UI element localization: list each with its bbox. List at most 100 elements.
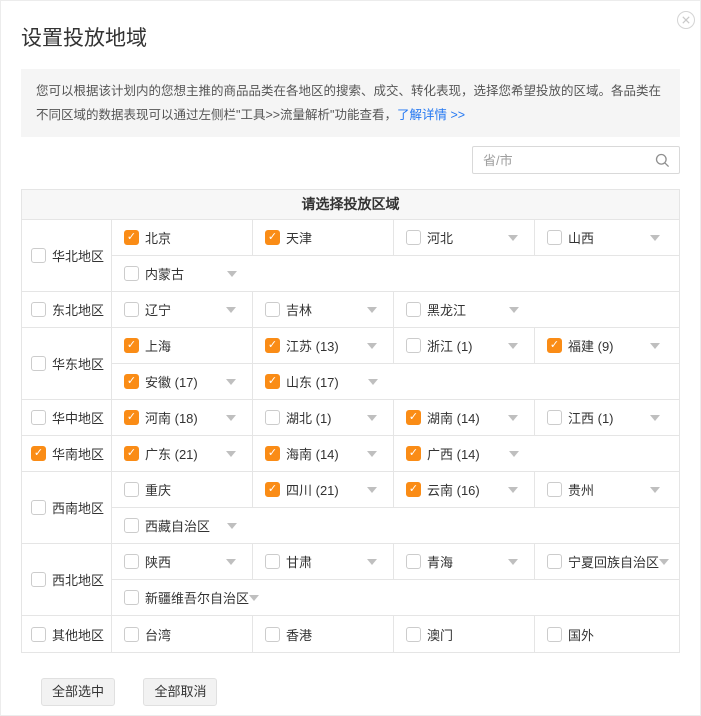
region-label[interactable]: 华北地区 [52, 246, 104, 265]
dropdown-arrow-icon[interactable] [508, 559, 518, 565]
cancel-all-button[interactable]: 全部取消 [143, 678, 217, 706]
region-checkbox[interactable] [31, 500, 46, 515]
province-checkbox[interactable] [406, 338, 421, 353]
region-checkbox[interactable] [31, 410, 46, 425]
province-checkbox[interactable]: ✓ [265, 374, 280, 389]
region-checkbox[interactable] [31, 248, 46, 263]
province-label[interactable]: 上海 [145, 336, 171, 355]
dropdown-arrow-icon[interactable] [226, 307, 236, 313]
province-checkbox[interactable] [124, 590, 139, 605]
dropdown-arrow-icon[interactable] [226, 415, 236, 421]
dropdown-arrow-icon[interactable] [508, 235, 518, 241]
region-label[interactable]: 西北地区 [52, 570, 104, 589]
province-checkbox[interactable] [265, 554, 280, 569]
learn-more-link[interactable]: 了解详情 >> [397, 108, 465, 122]
province-label[interactable]: 台湾 [145, 625, 171, 644]
dropdown-arrow-icon[interactable] [226, 379, 236, 385]
province-label[interactable]: 山西 [568, 228, 594, 247]
region-label[interactable]: 华中地区 [52, 408, 104, 427]
region-checkbox[interactable] [31, 572, 46, 587]
province-label[interactable]: 浙江 (1) [427, 336, 473, 355]
region-checkbox[interactable] [31, 356, 46, 371]
province-label[interactable]: 江苏 (13) [286, 336, 339, 355]
dropdown-arrow-icon[interactable] [509, 307, 519, 313]
dropdown-arrow-icon[interactable] [367, 451, 377, 457]
dropdown-arrow-icon[interactable] [650, 343, 660, 349]
province-label[interactable]: 重庆 [145, 480, 171, 499]
region-label[interactable]: 华南地区 [52, 444, 104, 463]
province-checkbox[interactable]: ✓ [265, 338, 280, 353]
province-label[interactable]: 海南 (14) [286, 444, 339, 463]
province-label[interactable]: 江西 (1) [568, 408, 614, 427]
province-checkbox[interactable]: ✓ [124, 410, 139, 425]
province-label[interactable]: 宁夏回族自治区 [568, 552, 659, 571]
province-checkbox[interactable] [124, 482, 139, 497]
province-checkbox[interactable]: ✓ [265, 446, 280, 461]
region-label[interactable]: 华东地区 [52, 354, 104, 373]
province-checkbox[interactable] [406, 230, 421, 245]
province-checkbox[interactable] [547, 554, 562, 569]
dropdown-arrow-icon[interactable] [367, 559, 377, 565]
search-input[interactable] [473, 153, 655, 168]
dropdown-arrow-icon[interactable] [659, 559, 669, 565]
province-checkbox[interactable] [124, 518, 139, 533]
province-label[interactable]: 青海 [427, 552, 453, 571]
dropdown-arrow-icon[interactable] [227, 271, 237, 277]
dropdown-arrow-icon[interactable] [367, 343, 377, 349]
province-label[interactable]: 香港 [286, 625, 312, 644]
province-label[interactable]: 广西 (14) [427, 444, 480, 463]
province-label[interactable]: 湖北 (1) [286, 408, 332, 427]
dropdown-arrow-icon[interactable] [650, 235, 660, 241]
province-label[interactable]: 澳门 [427, 625, 453, 644]
province-label[interactable]: 四川 (21) [286, 480, 339, 499]
province-label[interactable]: 福建 (9) [568, 336, 614, 355]
province-label[interactable]: 新疆维吾尔自治区 [145, 588, 249, 607]
dropdown-arrow-icon[interactable] [226, 451, 236, 457]
province-label[interactable]: 吉林 [286, 300, 312, 319]
province-label[interactable]: 黑龙江 [427, 300, 466, 319]
province-checkbox[interactable] [124, 554, 139, 569]
region-label[interactable]: 东北地区 [52, 300, 104, 319]
search-icon[interactable] [655, 153, 670, 168]
province-label[interactable]: 内蒙古 [145, 264, 184, 283]
province-label[interactable]: 天津 [286, 228, 312, 247]
province-checkbox[interactable] [265, 302, 280, 317]
province-checkbox[interactable] [547, 627, 562, 642]
dropdown-arrow-icon[interactable] [509, 451, 519, 457]
region-checkbox[interactable] [31, 302, 46, 317]
province-label[interactable]: 贵州 [568, 480, 594, 499]
province-checkbox[interactable]: ✓ [265, 230, 280, 245]
dropdown-arrow-icon[interactable] [650, 415, 660, 421]
dropdown-arrow-icon[interactable] [367, 415, 377, 421]
region-checkbox[interactable]: ✓ [31, 446, 46, 461]
province-label[interactable]: 西藏自治区 [145, 516, 210, 535]
region-label[interactable]: 西南地区 [52, 498, 104, 517]
dropdown-arrow-icon[interactable] [650, 487, 660, 493]
province-checkbox[interactable] [265, 627, 280, 642]
dropdown-arrow-icon[interactable] [367, 307, 377, 313]
province-label[interactable]: 安徽 (17) [145, 372, 198, 391]
province-label[interactable]: 湖南 (14) [427, 408, 480, 427]
province-checkbox[interactable]: ✓ [406, 482, 421, 497]
region-label[interactable]: 其他地区 [52, 625, 104, 644]
dropdown-arrow-icon[interactable] [227, 523, 237, 529]
province-checkbox[interactable]: ✓ [406, 446, 421, 461]
dropdown-arrow-icon[interactable] [367, 487, 377, 493]
province-checkbox[interactable]: ✓ [547, 338, 562, 353]
province-checkbox[interactable]: ✓ [124, 230, 139, 245]
province-checkbox[interactable] [124, 266, 139, 281]
province-checkbox[interactable] [124, 627, 139, 642]
province-label[interactable]: 甘肃 [286, 552, 312, 571]
dropdown-arrow-icon[interactable] [508, 343, 518, 349]
province-checkbox[interactable] [547, 482, 562, 497]
dropdown-arrow-icon[interactable] [368, 379, 378, 385]
dropdown-arrow-icon[interactable] [249, 595, 259, 601]
province-label[interactable]: 国外 [568, 625, 594, 644]
dropdown-arrow-icon[interactable] [226, 559, 236, 565]
province-label[interactable]: 云南 (16) [427, 480, 480, 499]
province-checkbox[interactable] [406, 554, 421, 569]
province-label[interactable]: 北京 [145, 228, 171, 247]
province-label[interactable]: 山东 (17) [286, 372, 339, 391]
province-label[interactable]: 广东 (21) [145, 444, 198, 463]
province-checkbox[interactable] [265, 410, 280, 425]
